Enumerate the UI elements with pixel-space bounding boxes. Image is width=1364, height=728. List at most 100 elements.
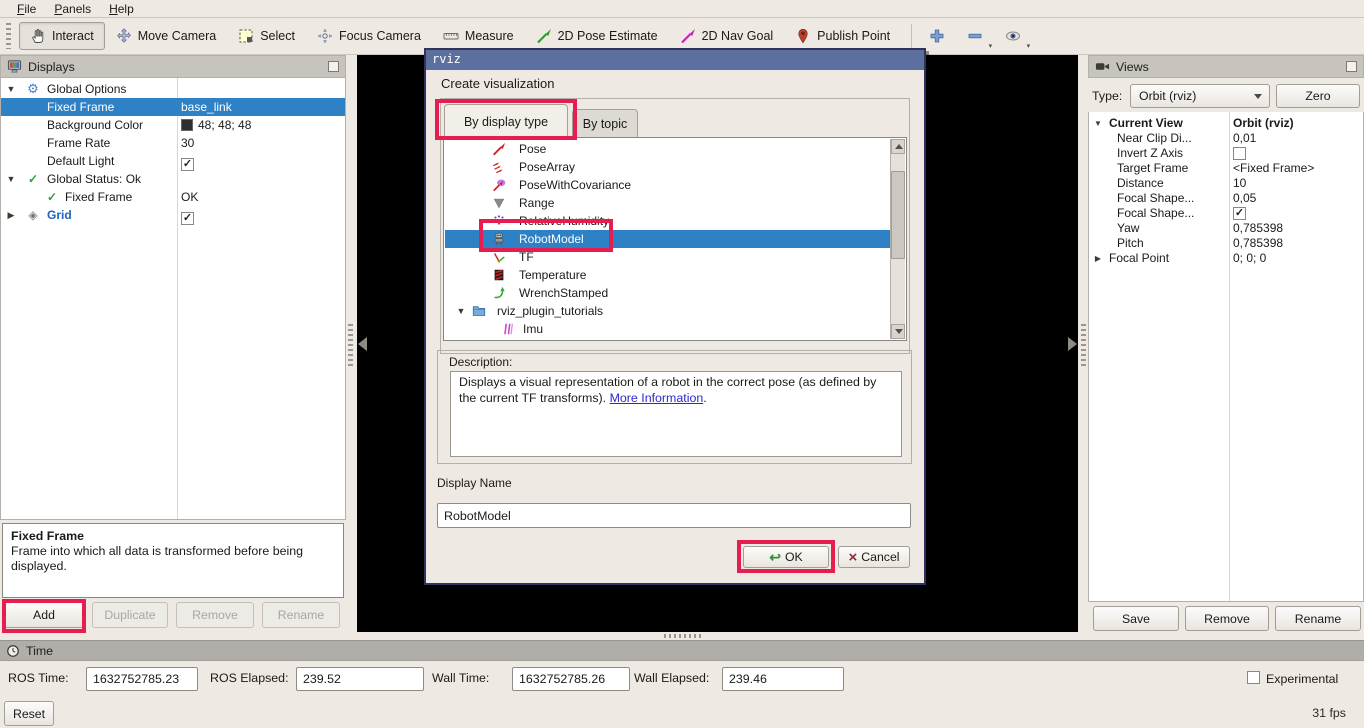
view-row-distance[interactable]: Distance 10 bbox=[1089, 176, 1363, 191]
dialog-titlebar[interactable]: rviz bbox=[426, 50, 924, 70]
view-row-current-view[interactable]: ▼ Current View Orbit (rviz) bbox=[1089, 116, 1363, 131]
right-splitter-handle[interactable] bbox=[1081, 324, 1086, 368]
tree-row-label: Fixed Frame bbox=[65, 190, 133, 204]
view-row-near-clip[interactable]: Near Clip Di... 0,01 bbox=[1089, 131, 1363, 146]
rename-view-button[interactable]: Rename bbox=[1275, 606, 1361, 631]
expander-closed-icon[interactable]: ▶ bbox=[1093, 251, 1103, 266]
expander-open-icon[interactable]: ▼ bbox=[5, 170, 17, 188]
wall-time-input[interactable] bbox=[512, 667, 630, 691]
toolbar-drag-handle[interactable] bbox=[6, 23, 11, 49]
tree-row-global-options[interactable]: ▼ ⚙ Global Options bbox=[1, 80, 345, 98]
view-row-invert-z[interactable]: Invert Z Axis bbox=[1089, 146, 1363, 161]
scrollbar-up-button[interactable] bbox=[891, 139, 905, 154]
tree-row-label: Grid bbox=[47, 208, 72, 222]
displays-float-button[interactable] bbox=[328, 61, 339, 72]
displays-panel-title: Displays bbox=[28, 59, 75, 74]
caret-down-icon: ▾ bbox=[988, 43, 993, 50]
list-item-temperature[interactable]: Temperature bbox=[445, 266, 890, 284]
zero-button[interactable]: Zero bbox=[1276, 84, 1360, 108]
expander-open-icon[interactable]: ▼ bbox=[1093, 116, 1103, 131]
tree-row-fixed-frame[interactable]: Fixed Frame base_link bbox=[1, 98, 345, 116]
view-row-value[interactable]: <Fixed Frame> bbox=[1233, 161, 1314, 176]
views-float-button[interactable] bbox=[1346, 61, 1357, 72]
list-scrollbar[interactable] bbox=[890, 139, 905, 339]
experimental-checkbox[interactable] bbox=[1247, 671, 1260, 684]
tool-2d-nav-goal-button[interactable]: 2D Nav Goal bbox=[669, 22, 785, 50]
ros-time-input[interactable] bbox=[86, 667, 198, 691]
list-item-range[interactable]: Range bbox=[445, 194, 890, 212]
tf-axes-icon bbox=[492, 250, 506, 264]
remove-tool-button[interactable]: ▾ bbox=[960, 25, 993, 50]
invert-z-checkbox[interactable] bbox=[1233, 147, 1246, 160]
display-name-input[interactable] bbox=[437, 503, 911, 528]
collapse-right-panel-arrow-icon[interactable] bbox=[1068, 337, 1077, 351]
menu-help[interactable]: Help bbox=[100, 1, 143, 17]
tool-publish-point-button[interactable]: Publish Point bbox=[784, 22, 901, 50]
tool-measure-button[interactable]: Measure bbox=[432, 22, 525, 50]
list-item-wrenchstamped[interactable]: WrenchStamped bbox=[445, 284, 890, 302]
duplicate-display-button[interactable]: Duplicate bbox=[92, 602, 168, 628]
cancel-button[interactable]: × Cancel bbox=[838, 546, 910, 568]
more-information-link[interactable]: More Information bbox=[610, 391, 704, 405]
view-row-target-frame[interactable]: Target Frame <Fixed Frame> bbox=[1089, 161, 1363, 176]
scrollbar-thumb[interactable] bbox=[891, 171, 905, 259]
tree-row-default-light[interactable]: Default Light ✓ bbox=[1, 152, 345, 171]
focal-shape-checkbox[interactable]: ✓ bbox=[1233, 207, 1246, 220]
reset-button[interactable]: Reset bbox=[4, 701, 54, 726]
dialog-heading: Create visualization bbox=[441, 76, 555, 91]
wall-elapsed-input[interactable] bbox=[722, 667, 844, 691]
tool-visibility-button[interactable]: ▾ bbox=[998, 25, 1030, 50]
tool-interact-button[interactable]: Interact bbox=[19, 22, 105, 50]
view-row-focal-shape-fixed[interactable]: Focal Shape... ✓ bbox=[1089, 206, 1363, 221]
tree-row-background-color[interactable]: Background Color 48; 48; 48 bbox=[1, 116, 345, 134]
remove-display-button[interactable]: Remove bbox=[176, 602, 254, 628]
menu-file[interactable]: File bbox=[8, 1, 45, 17]
tree-row-global-status[interactable]: ▼ ✓ Global Status: Ok bbox=[1, 170, 345, 188]
view-row-yaw[interactable]: Yaw 0,785398 bbox=[1089, 221, 1363, 236]
color-value[interactable]: 48; 48; 48 bbox=[181, 116, 251, 134]
rename-display-button[interactable]: Rename bbox=[262, 602, 340, 628]
view-row-value[interactable]: 0,785398 bbox=[1233, 236, 1283, 251]
add-tool-button[interactable] bbox=[922, 25, 952, 47]
menu-panels[interactable]: Panels bbox=[45, 1, 100, 17]
expander-open-icon[interactable]: ▼ bbox=[5, 80, 17, 98]
tool-move-camera-button[interactable]: Move Camera bbox=[105, 22, 228, 50]
tool-label: Publish Point bbox=[817, 29, 891, 43]
view-row-focal-point[interactable]: ▶ Focal Point 0; 0; 0 bbox=[1089, 251, 1363, 266]
collapse-left-panel-arrow-icon[interactable] bbox=[358, 337, 367, 351]
tree-row-frame-rate[interactable]: Frame Rate 30 bbox=[1, 134, 345, 152]
view-row-value[interactable]: 0; 0; 0 bbox=[1233, 251, 1266, 266]
view-row-value[interactable]: 10 bbox=[1233, 176, 1246, 191]
list-item-posearray[interactable]: PoseArray bbox=[445, 158, 890, 176]
grid-enabled-checkbox[interactable]: ✓ bbox=[181, 212, 194, 225]
time-panel-drag-handle[interactable] bbox=[664, 634, 704, 638]
view-row-pitch[interactable]: Pitch 0,785398 bbox=[1089, 236, 1363, 251]
tree-row-fixed-frame-status[interactable]: ✓ Fixed Frame OK bbox=[1, 188, 345, 206]
tree-row-value[interactable]: 30 bbox=[181, 134, 194, 152]
tree-row-grid[interactable]: ▶ ◈ Grid ✓ bbox=[1, 206, 345, 225]
list-item-rviz-plugin-tutorials[interactable]: ▼ rviz_plugin_tutorials bbox=[445, 302, 890, 320]
view-row-label: Near Clip Di... bbox=[1117, 131, 1192, 145]
list-item-imu[interactable]: Imu bbox=[445, 320, 890, 338]
remove-view-button[interactable]: Remove bbox=[1185, 606, 1269, 631]
view-row-value[interactable]: 0,05 bbox=[1233, 191, 1256, 206]
tool-select-button[interactable]: Select bbox=[227, 22, 306, 50]
check-icon: ✓ bbox=[47, 190, 58, 204]
save-view-button[interactable]: Save bbox=[1093, 606, 1179, 631]
tool-2d-pose-estimate-button[interactable]: 2D Pose Estimate bbox=[525, 22, 669, 50]
expander-closed-icon[interactable]: ▶ bbox=[5, 206, 17, 224]
list-item-pose[interactable]: Pose bbox=[445, 140, 890, 158]
list-item-posewithcovariance[interactable]: PoseWithCovariance bbox=[445, 176, 890, 194]
tab-by-topic[interactable]: By topic bbox=[572, 109, 638, 138]
ros-elapsed-input[interactable] bbox=[296, 667, 424, 691]
view-type-combobox[interactable]: Orbit (rviz) bbox=[1130, 84, 1270, 108]
annotation-highlight-add bbox=[2, 599, 86, 633]
left-splitter-handle[interactable] bbox=[348, 324, 353, 368]
view-row-focal-shape-size[interactable]: Focal Shape... 0,05 bbox=[1089, 191, 1363, 206]
view-row-value[interactable]: 0,01 bbox=[1233, 131, 1256, 146]
scrollbar-down-button[interactable] bbox=[891, 324, 905, 339]
tool-focus-camera-button[interactable]: Focus Camera bbox=[306, 22, 432, 50]
tree-row-value[interactable]: base_link bbox=[181, 98, 232, 116]
view-row-value[interactable]: 0,785398 bbox=[1233, 221, 1283, 236]
expander-open-icon[interactable]: ▼ bbox=[455, 302, 467, 320]
